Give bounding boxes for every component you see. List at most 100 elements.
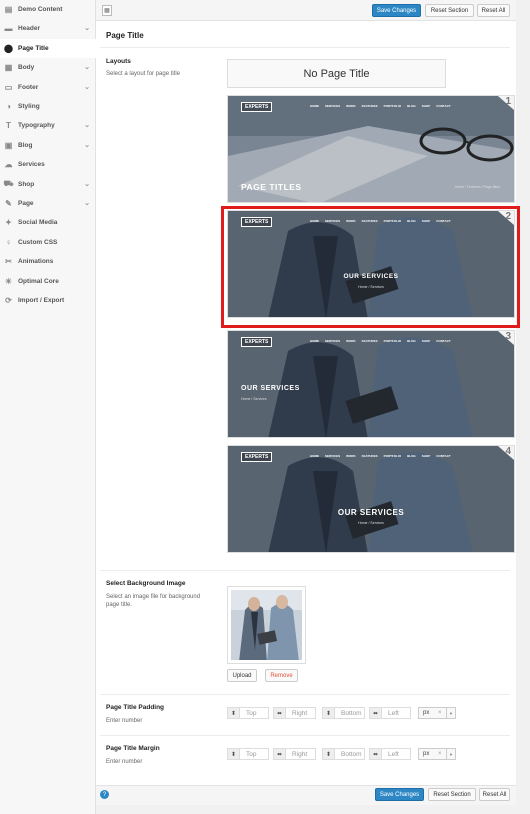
reset-section-button[interactable]: Reset Section (425, 4, 474, 17)
layout-preview-menu-item: PORTFOLIO (383, 454, 402, 458)
twitter-icon: ✦ (5, 218, 12, 228)
padding-bottom-input[interactable]: ⬍ Bottom (322, 707, 365, 719)
sidebar-item-typography[interactable]: T Typography ⌄ (0, 116, 96, 135)
chevron-down-icon: ⌄ (84, 25, 90, 33)
margin-bottom-placeholder: Bottom (341, 750, 362, 758)
cart-icon: ⛟ (3, 179, 14, 189)
sidebar-item-footer[interactable]: ▭ Footer ⌄ (0, 78, 96, 97)
layout-preview-menu: HOME SERVICES WORK FEATURES PORTFOLIO BLOG SHO… (310, 339, 451, 343)
layout-preview-menu-item: PORTFOLIO (383, 104, 402, 108)
layout-preview-menu-item: WORK (346, 104, 356, 108)
padding-unit-select[interactable]: px × ▼ (418, 707, 456, 719)
arrows-right-icon: ⬌ (274, 749, 286, 759)
margin-unit-select[interactable]: px × ▼ (418, 748, 456, 760)
reset-section-button-bottom[interactable]: Reset Section (428, 788, 476, 801)
layout-preview-menu-item: SHOP (421, 339, 431, 343)
layout-preview-menu-item: HOME (310, 339, 319, 343)
chevron-down-icon: ⌄ (84, 141, 90, 149)
sidebar-item-styling[interactable]: ◑ Styling (0, 97, 96, 116)
padding-top-input[interactable]: ⬍ Top (227, 707, 269, 719)
sidebar-item-blog[interactable]: ▣ Blog ⌄ (0, 136, 96, 155)
layout-preview-menu-item: FEATURES (361, 104, 378, 108)
margin-top-input[interactable]: ⬍ Top (227, 748, 269, 760)
layout-option-none[interactable]: No Page Title (227, 59, 446, 88)
layout-preview-menu-item: BLOG (407, 454, 416, 458)
layout-preview-breadcrumb: Home / Services (358, 521, 384, 525)
divider (100, 735, 510, 736)
chevron-down-icon: ⌄ (84, 83, 90, 91)
sidebar-item-header[interactable]: ▬ Header ⌄ (0, 19, 96, 38)
bg-image-desc: Select an image file for background page… (106, 593, 200, 609)
sidebar-item-label: Typography (18, 122, 55, 130)
sidebar-item-custom-css[interactable]: ♀ Custom CSS (0, 233, 96, 252)
sidebar-item-label: Header (18, 25, 41, 33)
layouts-label: Layouts (106, 58, 131, 65)
sidebar-item-optimal-core[interactable]: ☀ Optimal Core (0, 272, 96, 291)
layout-preview-menu: HOME SERVICES WORK FEATURES PORTFOLIO BLOG SHO… (310, 454, 451, 458)
layout-preview-menu-item: BLOG (407, 339, 416, 343)
sidebar-item-label: Page (18, 200, 34, 207)
layout-preview-breadcrumb: Home / Services (241, 397, 267, 401)
sidebar-item-page[interactable]: ✎ Page ⌄ (0, 194, 96, 213)
clear-icon[interactable]: × (438, 751, 446, 757)
selected-layout-highlight (221, 206, 520, 328)
services-icon: ☁ (4, 160, 13, 170)
grid-icon[interactable]: ▦ (102, 5, 112, 16)
margin-desc: Enter number (106, 759, 143, 765)
sidebar-item-import-export[interactable]: ⟳ Import / Export (0, 291, 96, 310)
sidebar-item-label: Blog (18, 141, 33, 149)
sidebar-item-body[interactable]: ▦ Body ⌄ (0, 58, 96, 77)
clear-icon[interactable]: × (438, 710, 446, 716)
layout-preview-breadcrumb: Home / Features / Page titles (454, 185, 500, 189)
margin-bottom-input[interactable]: ⬍ Bottom (322, 748, 365, 760)
layout-option-4[interactable]: EXPERTS HOME SERVICES WORK FEATURES PORTFOLIO… (227, 445, 515, 553)
divider (100, 694, 510, 695)
arrows-top-icon: ⬍ (228, 708, 240, 718)
padding-right-input[interactable]: ⬌ Right (273, 707, 316, 719)
sidebar-item-services[interactable]: ☁ Services (0, 155, 96, 174)
core-icon: ☀ (4, 276, 13, 286)
upload-button[interactable]: Upload (227, 669, 257, 682)
layout-preview-menu-item: SERVICES (325, 339, 341, 343)
sidebar-item-label: Page Title (18, 44, 49, 52)
margin-unit-value: px (423, 751, 430, 757)
chevron-down-icon: ⌄ (84, 122, 90, 130)
download-icon: ▤ (4, 5, 13, 14)
dropdown-arrow-icon[interactable]: ▼ (446, 749, 455, 759)
blog-icon: ▣ (4, 140, 13, 150)
sidebar-item-page-title[interactable]: ⬤ Page Title (0, 38, 96, 58)
padding-left-input[interactable]: ⬌ Left (369, 707, 411, 719)
help-icon[interactable]: ? (100, 790, 109, 799)
layout-option-1[interactable]: EXPERTS HOME SERVICES WORK FEATURES PORTFOLIO… (227, 95, 515, 203)
sidebar-item-shop[interactable]: ⛟ Shop ⌄ (0, 175, 96, 194)
margin-right-input[interactable]: ⬌ Right (273, 748, 316, 760)
arrows-right-icon: ⬌ (274, 708, 286, 718)
layout-preview-menu-item: FEATURES (361, 339, 378, 343)
reset-all-button-bottom[interactable]: Reset All (479, 788, 510, 801)
animation-icon: ✂ (5, 257, 12, 267)
padding-unit-value: px (423, 710, 430, 716)
save-button-bottom[interactable]: Save Changes (375, 788, 424, 801)
save-button[interactable]: Save Changes (372, 4, 421, 17)
header-icon: ▬ (4, 24, 13, 34)
layout-preview-menu-item: SERVICES (325, 454, 341, 458)
bg-image-label: Select Background Image (106, 580, 186, 587)
divider (100, 570, 510, 571)
reset-all-button[interactable]: Reset All (477, 4, 510, 17)
refresh-icon: ⟳ (5, 296, 12, 305)
layout-preview-menu-item: WORK (346, 454, 356, 458)
layout-preview-menu: HOME SERVICES WORK FEATURES PORTFOLIO BLOG SHO… (310, 104, 451, 108)
contrast-icon: ◑ (6, 102, 11, 111)
sidebar-item-social-media[interactable]: ✦ Social Media (0, 213, 96, 232)
sidebar-item-animations[interactable]: ✂ Animations (0, 252, 96, 271)
layout-option-3[interactable]: EXPERTS HOME SERVICES WORK FEATURES PORTFOLIO… (227, 330, 515, 438)
dropdown-arrow-icon[interactable]: ▼ (446, 708, 455, 718)
arrows-top-icon: ⬍ (228, 749, 240, 759)
sidebar-item-demo-content[interactable]: ▤ Demo Content (0, 0, 96, 19)
layout-preview-menu-item: HOME (310, 454, 319, 458)
padding-right-placeholder: Right (292, 709, 308, 717)
margin-left-input[interactable]: ⬌ Left (369, 748, 411, 760)
layout-preview-title: OUR SERVICES (337, 508, 405, 517)
padding-desc: Enter number (106, 718, 143, 724)
remove-button[interactable]: Remove (265, 669, 298, 682)
